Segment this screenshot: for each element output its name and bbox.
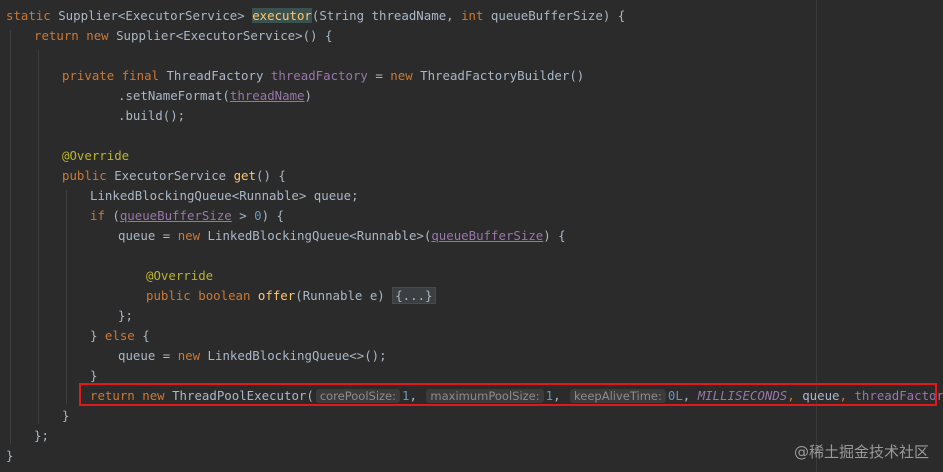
code-line-1[interactable]: static Supplier<ExecutorService> executo…	[6, 6, 625, 26]
code-text: }	[90, 368, 98, 383]
keyword: private	[62, 68, 115, 83]
code-line-3[interactable]: private final ThreadFactory threadFactor…	[62, 66, 584, 86]
code-text: >	[231, 208, 255, 223]
keyword: public	[62, 168, 107, 183]
code-line-8[interactable]: LinkedBlockingQueue<Runnable> queue;	[90, 186, 359, 206]
field-name: threadFactory	[270, 68, 368, 83]
keyword: new	[177, 228, 201, 243]
code-text: ) {	[261, 208, 284, 223]
code-text: =	[367, 68, 391, 83]
keyword: if	[90, 208, 105, 223]
code-text: };	[34, 428, 49, 443]
keyword: return	[34, 28, 79, 43]
code-line-2[interactable]: return new Supplier<ExecutorService>() {	[34, 26, 332, 46]
code-line-12[interactable]: public boolean offer(Runnable e) {...}	[146, 286, 436, 306]
method-name: get	[233, 168, 256, 183]
method-name: offer	[257, 288, 296, 303]
highlight-box	[79, 383, 937, 406]
code-text: LinkedBlockingQueue<Runnable>(	[200, 228, 432, 243]
code-text: (Runnable e)	[295, 288, 393, 303]
code-line-10[interactable]: queue = new LinkedBlockingQueue<Runnable…	[118, 226, 566, 246]
folded-code-block[interactable]: {...}	[392, 287, 436, 304]
code-text: {	[134, 328, 150, 343]
code-text: }	[90, 328, 105, 343]
code-text: queue =	[118, 228, 178, 243]
params: (String threadName,	[311, 8, 462, 23]
code-text: LinkedBlockingQueue<Runnable> queue;	[90, 188, 359, 203]
keyword: int	[461, 8, 484, 23]
type-text: ExecutorService	[106, 168, 234, 183]
keyword: public	[146, 288, 191, 303]
annotation: @Override	[146, 268, 214, 283]
code-text: (	[104, 208, 120, 223]
keyword: else	[104, 328, 135, 343]
keyword: new	[86, 28, 109, 43]
code-line-6[interactable]: @Override	[62, 146, 129, 166]
number-literal: 0	[254, 208, 262, 223]
watermark: @稀土掘金技术社区	[793, 443, 929, 461]
code-line-14[interactable]: } else {	[90, 326, 150, 346]
type-text: ThreadFactory	[159, 68, 271, 83]
indent-guide	[38, 50, 39, 424]
code-text: ) {	[543, 228, 566, 243]
keyword: boolean	[198, 288, 251, 303]
code-line-15[interactable]: queue = new LinkedBlockingQueue<>();	[118, 346, 387, 366]
code-text: };	[118, 308, 133, 323]
code-text: Supplier<ExecutorService>() {	[108, 28, 333, 43]
annotation: @Override	[62, 148, 130, 163]
code-line-9[interactable]: if (queueBufferSize > 0) {	[90, 206, 284, 226]
keyword: new	[177, 348, 201, 363]
code-text: }	[6, 448, 14, 463]
keyword: new	[390, 68, 413, 83]
code-text: )	[304, 88, 312, 103]
code-line-11[interactable]: @Override	[146, 266, 213, 286]
keyword: final	[121, 68, 159, 83]
code-line-19[interactable]: };	[34, 426, 49, 446]
captured-variable: queueBufferSize	[119, 208, 232, 223]
indent-guide	[66, 190, 67, 404]
code-line-18[interactable]: }	[62, 406, 69, 426]
keyword: static	[6, 8, 51, 23]
code-line-13[interactable]: };	[118, 306, 133, 326]
params: queueBufferSize) {	[483, 8, 626, 23]
captured-variable: threadName	[229, 88, 305, 103]
captured-variable: queueBufferSize	[431, 228, 544, 243]
code-line-20[interactable]: }	[6, 446, 13, 466]
code-text: }	[62, 408, 70, 423]
indent-guide	[10, 30, 11, 444]
type-text: Supplier<ExecutorService>	[50, 8, 253, 23]
code-text: queue =	[118, 348, 178, 363]
code-line-5[interactable]: .build();	[118, 106, 185, 126]
code-text: LinkedBlockingQueue<>();	[200, 348, 387, 363]
code-text: ThreadFactoryBuilder()	[412, 68, 585, 83]
code-text: .setNameFormat(	[118, 88, 230, 103]
code-line-4[interactable]: .setNameFormat(threadName)	[118, 86, 312, 106]
code-text: .build();	[118, 108, 186, 123]
code-text: () {	[255, 168, 286, 183]
code-line-7[interactable]: public ExecutorService get() {	[62, 166, 286, 186]
code-editor[interactable]: static Supplier<ExecutorService> executo…	[0, 0, 943, 472]
method-name: executor	[252, 8, 312, 23]
